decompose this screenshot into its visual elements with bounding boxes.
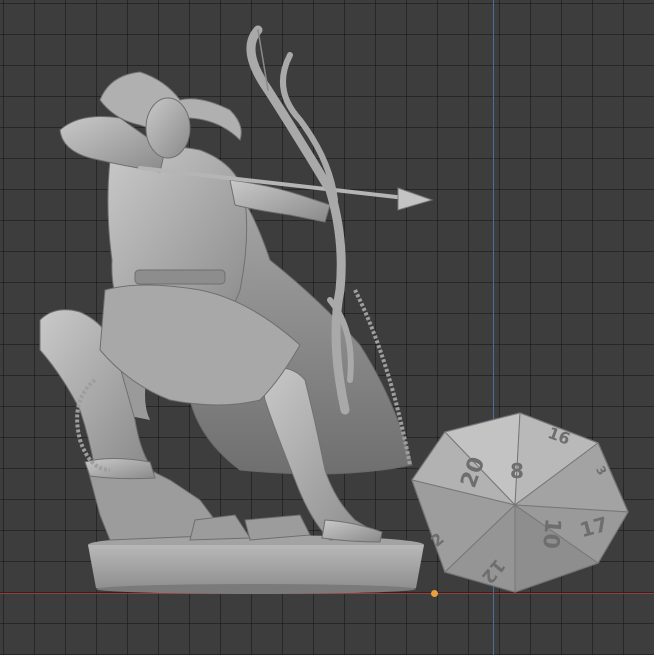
die-face-8: 8 [510, 459, 524, 483]
d20-die[interactable]: 20 8 16 2 10 17 12 3 [411, 412, 629, 593]
world-origin-point[interactable] [431, 590, 438, 597]
miniature-base[interactable] [88, 535, 424, 594]
3d-viewport[interactable]: 20 8 16 2 10 17 12 3 [0, 0, 654, 655]
rock-terrain [87, 469, 311, 541]
die-face-10: 10 [537, 517, 565, 550]
scene-render: 20 8 16 2 10 17 12 3 [39, 25, 629, 594]
